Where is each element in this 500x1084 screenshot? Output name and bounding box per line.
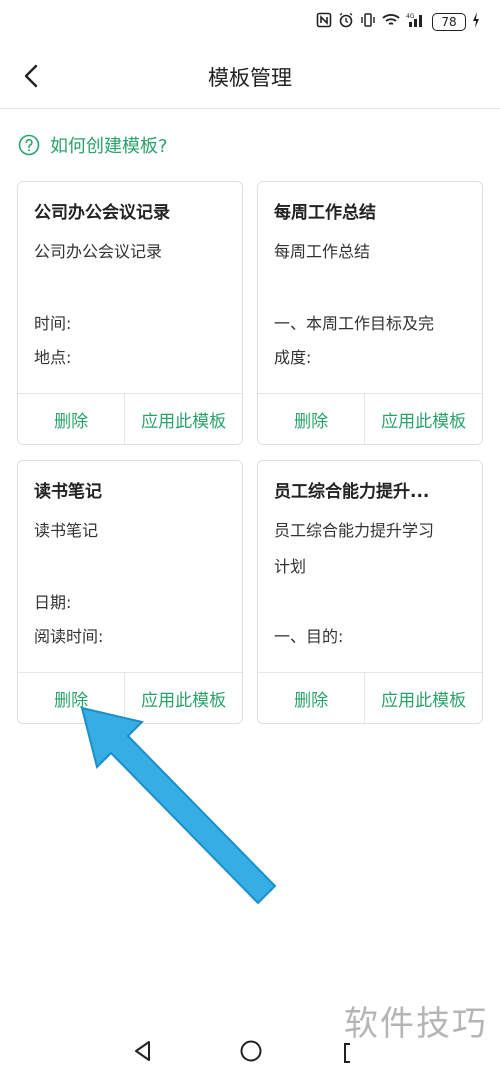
template-title: 读书笔记 <box>34 482 102 502</box>
delete-button[interactable]: 删除 <box>18 394 124 444</box>
delete-button[interactable]: 删除 <box>258 673 364 723</box>
question-circle-icon <box>18 134 40 156</box>
signal-icon: 4G <box>406 12 426 32</box>
apply-template-button[interactable]: 应用此模板 <box>124 394 242 444</box>
apply-template-button[interactable]: 应用此模板 <box>364 673 482 723</box>
card-actions: 删除 应用此模板 <box>258 672 482 723</box>
card-actions: 删除 应用此模板 <box>18 393 242 444</box>
template-card[interactable]: 公司办公会议记录 公司办公会议记录 时间: 地点: 删除 应用此模板 <box>17 181 243 445</box>
template-preview-line: 一、本周工作目标及完 <box>274 314 435 333</box>
status-icons: 4G 78 <box>316 12 480 32</box>
card-actions: 删除 应用此模板 <box>258 393 482 444</box>
template-preview-line: 时间: <box>34 314 72 333</box>
watermark: 软件技巧 <box>344 1004 488 1044</box>
template-preview-line: 成度: <box>274 348 312 367</box>
delete-button[interactable]: 删除 <box>258 394 364 444</box>
template-preview-line: 一、目的: <box>274 627 344 646</box>
template-title: 员工综合能力提升... <box>274 482 430 502</box>
nav-recent-apps-icon[interactable] <box>342 1042 352 1064</box>
template-title: 公司办公会议记录 <box>34 203 170 223</box>
svg-text:4G: 4G <box>406 13 415 20</box>
page-title: 模板管理 <box>208 66 292 90</box>
header: 模板管理 <box>0 44 500 109</box>
nav-home-icon[interactable] <box>238 1038 264 1064</box>
template-preview-line: 读书笔记 <box>34 521 99 540</box>
template-title: 每周工作总结 <box>274 203 376 223</box>
wifi-icon <box>382 12 400 32</box>
status-bar: 4G 78 <box>0 0 500 44</box>
annotation-arrow-icon <box>80 706 277 905</box>
template-preview-line: 员工综合能力提升学习 <box>274 521 435 540</box>
battery-level: 78 <box>432 13 466 31</box>
how-to-create-template-link[interactable]: 如何创建模板? <box>18 132 168 158</box>
apply-template-button[interactable]: 应用此模板 <box>364 394 482 444</box>
template-preview-line: 阅读时间: <box>34 627 104 646</box>
template-card[interactable]: 读书笔记 读书笔记 日期: 阅读时间: 删除 应用此模板 <box>17 460 243 724</box>
template-preview-line: 日期: <box>34 593 72 612</box>
vibrate-icon <box>360 12 376 32</box>
alarm-icon <box>338 12 354 32</box>
card-actions: 删除 应用此模板 <box>18 672 242 723</box>
template-preview-line: 计划 <box>274 557 307 576</box>
template-card[interactable]: 员工综合能力提升... 员工综合能力提升学习 计划 一、目的: 删除 应用此模板 <box>257 460 483 724</box>
nav-back-icon[interactable] <box>130 1038 156 1064</box>
template-preview-line: 地点: <box>34 348 72 367</box>
template-card[interactable]: 每周工作总结 每周工作总结 一、本周工作目标及完 成度: 删除 应用此模板 <box>257 181 483 445</box>
template-preview-line: 公司办公会议记录 <box>34 242 163 261</box>
screen: 4G 78 模板管理 如何创建模板? 公司办公会议记录 公司办公会议记录 时间:… <box>0 0 500 1084</box>
nfc-icon <box>316 12 332 32</box>
delete-button[interactable]: 删除 <box>18 673 124 723</box>
charging-icon <box>472 12 480 32</box>
help-text: 如何创建模板? <box>50 136 168 157</box>
apply-template-button[interactable]: 应用此模板 <box>124 673 242 723</box>
template-preview-line: 每周工作总结 <box>274 242 371 261</box>
